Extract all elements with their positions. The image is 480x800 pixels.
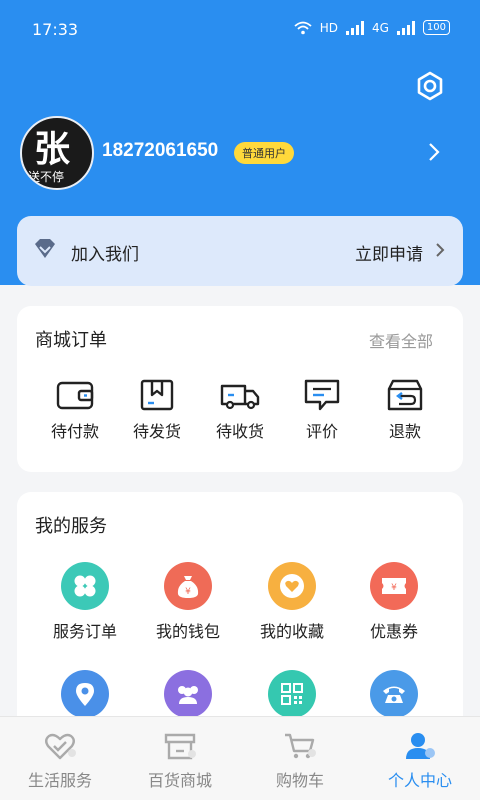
status-time: 17:33 (32, 20, 79, 39)
service-label: 优惠券 (369, 622, 418, 641)
cellular-label: 4G (371, 20, 389, 35)
service-orders[interactable]: 服务订单 (37, 562, 133, 642)
tab-department-store[interactable]: 百货商城 (120, 731, 240, 791)
user-phone: 18272061650 (102, 140, 219, 161)
status-bar: 17:33 HD 4G 100 (0, 0, 480, 60)
heart-outline-icon (45, 733, 76, 760)
store-icon (164, 733, 196, 760)
order-label: 待发货 (132, 422, 181, 441)
wifi-icon (294, 21, 312, 34)
tab-life-services[interactable]: 生活服务 (0, 731, 120, 791)
status-icons: HD 4G 100 (294, 20, 450, 35)
person-icon (406, 733, 435, 759)
user-level-badge: 普通用户 (234, 142, 294, 164)
order-to-ship[interactable]: 待发货 (117, 378, 197, 442)
service-label: 服务订单 (52, 622, 117, 641)
network-label: HD (319, 20, 338, 35)
tab-label: 购物车 (275, 771, 324, 790)
orders-title: 商城订单 (35, 330, 107, 351)
location-icon (61, 670, 109, 718)
comment-icon (304, 379, 340, 411)
telephone-icon (370, 670, 418, 718)
money-bag-icon: ¥ (164, 562, 212, 610)
join-us-banner[interactable]: 加入我们 立即申请 (17, 216, 463, 286)
package-icon (140, 379, 174, 411)
order-to-receive[interactable]: 待收货 (200, 378, 280, 442)
signal-icon-2 (396, 20, 415, 35)
group-icon (164, 670, 212, 718)
mall-orders-card: 商城订单 查看全部 待付款 待发货 待收货 评价 退款 (17, 306, 463, 472)
tab-label: 百货商城 (147, 771, 212, 790)
apply-now-link[interactable]: 立即申请 (355, 240, 423, 265)
heart-icon (268, 562, 316, 610)
coupon-icon: ¥ (370, 562, 418, 610)
qr-code-icon (268, 670, 316, 718)
order-label: 评价 (305, 422, 338, 441)
svg-text:¥: ¥ (185, 587, 191, 597)
order-pending-payment[interactable]: 待付款 (35, 378, 115, 442)
order-review[interactable]: 评价 (282, 378, 362, 442)
cart-icon (285, 733, 316, 759)
order-label: 待付款 (50, 422, 99, 441)
tab-label: 个人中心 (387, 771, 452, 790)
my-services-card: 我的服务 服务订单 ¥ 我的钱包 我的收藏 ¥ 优惠券 (17, 492, 463, 732)
avatar-glyph: 张 (34, 128, 71, 170)
settings-gear-icon[interactable] (414, 70, 446, 102)
profile-row[interactable]: 张 送不停 18272061650 普通用户 (20, 116, 460, 192)
avatar-caption: 送不停 (28, 170, 65, 184)
service-label: 我的收藏 (259, 622, 324, 641)
tab-cart[interactable]: 购物车 (240, 731, 360, 791)
services-title: 我的服务 (35, 516, 107, 537)
wallet-icon (56, 381, 94, 410)
order-label: 待收货 (215, 422, 264, 441)
chevron-right-icon (436, 243, 445, 257)
service-label: 我的钱包 (155, 622, 220, 641)
signal-icon (345, 20, 364, 35)
order-refund[interactable]: 退款 (365, 378, 445, 442)
bottom-tab-bar: 生活服务 百货商城 购物车 个人中心 (0, 716, 480, 800)
battery-icon: 100 (422, 20, 450, 35)
service-coupons[interactable]: ¥ 优惠券 (346, 562, 442, 642)
order-label: 退款 (388, 422, 421, 441)
service-favorites[interactable]: 我的收藏 (244, 562, 340, 642)
tab-label: 生活服务 (27, 771, 92, 790)
view-all-orders-link[interactable]: 查看全部 (369, 328, 433, 352)
chevron-right-icon[interactable] (428, 142, 440, 162)
clover-icon (61, 562, 109, 610)
join-title: 加入我们 (71, 245, 139, 265)
diamond-icon (35, 239, 55, 258)
svg-text:¥: ¥ (391, 583, 397, 593)
return-box-icon (387, 379, 423, 411)
tab-personal-center[interactable]: 个人中心 (360, 731, 480, 791)
truck-icon (220, 384, 260, 410)
avatar[interactable]: 张 送不停 (20, 116, 94, 190)
service-wallet[interactable]: ¥ 我的钱包 (140, 562, 236, 642)
